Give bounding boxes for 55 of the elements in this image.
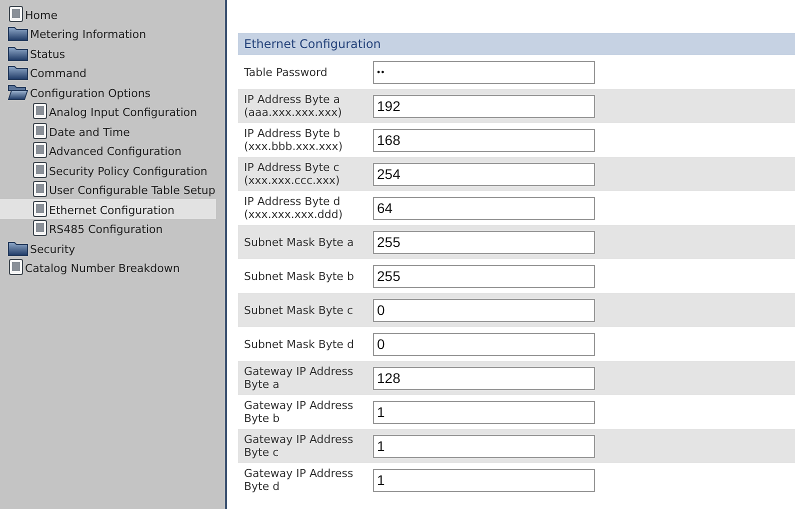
nav-item[interactable]: Ethernet Configuration bbox=[0, 199, 216, 218]
field-label: Table Password bbox=[243, 66, 328, 78]
nav-item[interactable]: Date and Time bbox=[0, 121, 216, 140]
input-field[interactable]: 192 bbox=[373, 94, 595, 118]
field-label: Subnet Mask Byte d bbox=[243, 338, 355, 350]
nav-item[interactable]: Advanced Configuration bbox=[0, 140, 216, 160]
nav-item[interactable]: Security Policy Configuration bbox=[0, 160, 216, 180]
folder-icon bbox=[8, 64, 28, 80]
field-label: IP Address Byte a (aaa.xxx.xxx.xxx) bbox=[243, 93, 343, 119]
page-icon bbox=[33, 181, 47, 197]
nav-item[interactable]: RS485 Configuration bbox=[0, 218, 216, 238]
nav-item[interactable]: Configuration Options bbox=[0, 82, 216, 102]
input-field[interactable]: 0 bbox=[373, 332, 595, 356]
folder-icon bbox=[8, 25, 28, 41]
nav-item[interactable]: Analog Input Configuration bbox=[0, 102, 216, 121]
input-field[interactable]: 64 bbox=[373, 196, 595, 220]
input-field[interactable]: 255 bbox=[373, 230, 595, 254]
field-label: Gateway IP Address Byte d bbox=[243, 467, 354, 493]
input-field[interactable]: 128 bbox=[373, 366, 595, 390]
page-icon bbox=[33, 142, 47, 158]
field-label: Subnet Mask Byte c bbox=[243, 304, 354, 316]
folder-icon bbox=[8, 84, 28, 100]
field-label: IP Address Byte b (xxx.bbb.xxx.xxx) bbox=[243, 127, 344, 153]
field-label: IP Address Byte d (xxx.xxx.xxx.ddd) bbox=[243, 195, 344, 221]
page-icon bbox=[33, 220, 47, 236]
page-icon bbox=[33, 122, 47, 138]
nav-item[interactable]: Catalog Number Breakdown bbox=[0, 258, 216, 277]
field-label: Subnet Mask Byte a bbox=[243, 236, 355, 248]
nav-item[interactable]: Command bbox=[0, 62, 216, 82]
input-field[interactable]: 168 bbox=[373, 128, 595, 152]
field-label: Gateway IP Address Byte b bbox=[243, 399, 354, 425]
section-header: Ethernet Configuration bbox=[238, 33, 795, 55]
page-icon bbox=[9, 6, 23, 22]
field-label: Subnet Mask Byte b bbox=[243, 270, 355, 282]
nav-item[interactable]: Security bbox=[0, 238, 216, 258]
input-field[interactable]: •• bbox=[373, 60, 595, 84]
field-label: Gateway IP Address Byte c bbox=[243, 433, 354, 459]
page-icon bbox=[9, 259, 23, 275]
page-icon bbox=[33, 162, 47, 178]
input-field[interactable]: 1 bbox=[373, 468, 595, 492]
input-field[interactable]: 0 bbox=[373, 298, 595, 322]
nav-item[interactable]: Home bbox=[0, 4, 216, 24]
field-label: Gateway IP Address Byte a bbox=[243, 365, 354, 391]
input-field[interactable]: 1 bbox=[373, 400, 595, 424]
nav-item[interactable]: User Configurable Table Setup bbox=[0, 180, 216, 199]
field-label: IP Address Byte c (xxx.xxx.ccc.xxx) bbox=[243, 161, 341, 187]
page-icon bbox=[33, 200, 47, 216]
nav-item[interactable]: Metering Information bbox=[0, 24, 216, 43]
input-field[interactable]: 1 bbox=[373, 434, 595, 458]
input-field[interactable]: 255 bbox=[373, 264, 595, 288]
input-field[interactable]: 254 bbox=[373, 162, 595, 186]
folder-icon bbox=[8, 44, 28, 60]
folder-icon bbox=[8, 240, 28, 256]
page-icon bbox=[33, 103, 47, 119]
nav-item[interactable]: Status bbox=[0, 43, 216, 62]
